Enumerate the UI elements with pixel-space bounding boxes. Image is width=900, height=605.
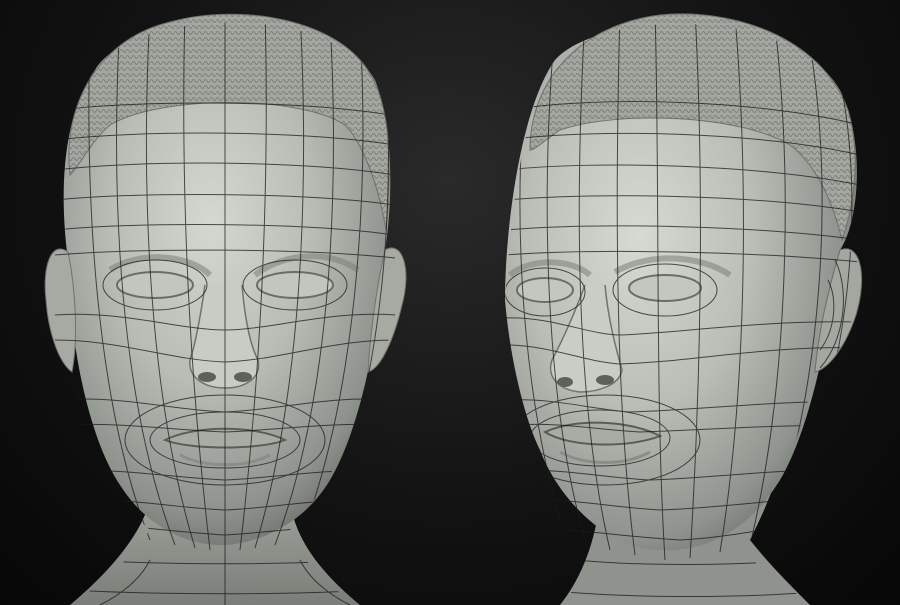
sculpt-render-svg [44, 13, 863, 605]
sculpt-render-canvas [0, 0, 900, 605]
